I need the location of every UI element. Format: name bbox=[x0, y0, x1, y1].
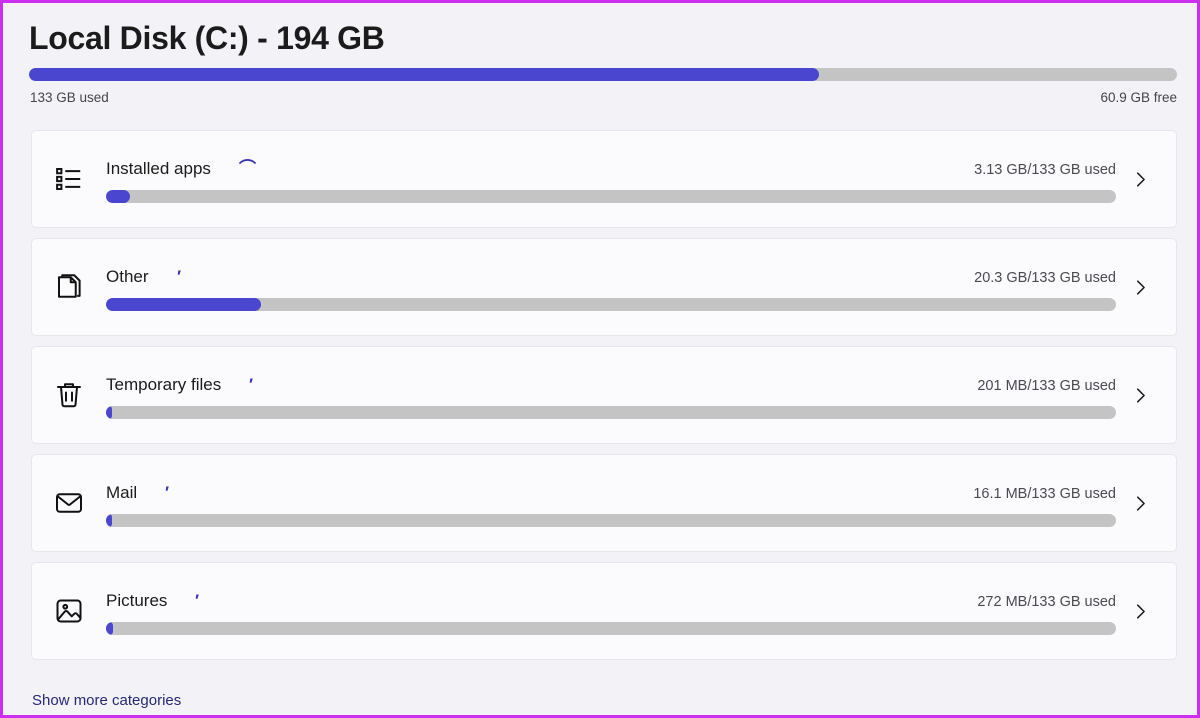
annotation-mark: ′ bbox=[177, 266, 182, 286]
mail-icon bbox=[32, 488, 106, 518]
category-usage-fill bbox=[106, 513, 112, 527]
category-usage-fill bbox=[106, 297, 261, 311]
annotation-mark: ′ bbox=[195, 590, 200, 610]
category-body: Pictures ′ 272 MB/133 GB used bbox=[106, 563, 1118, 659]
chevron-right-icon[interactable] bbox=[1118, 602, 1162, 621]
storage-usage-page: Local Disk (C:) - 194 GB 133 GB used 60.… bbox=[3, 3, 1197, 715]
category-row[interactable]: Temporary files ′ 201 MB/133 GB used bbox=[31, 346, 1177, 444]
category-row[interactable]: Pictures ′ 272 MB/133 GB used bbox=[31, 562, 1177, 660]
category-size-label: 3.13 GB/133 GB used bbox=[974, 161, 1116, 178]
category-usage-track bbox=[106, 405, 1116, 419]
category-top-row: Other ′ 20.3 GB/133 GB used bbox=[106, 266, 1118, 288]
chevron-right-icon[interactable] bbox=[1118, 278, 1162, 297]
category-size-label: 20.3 GB/133 GB used bbox=[974, 269, 1116, 286]
category-list: Installed apps ⌒ 3.13 GB/133 GB used Other ′… bbox=[3, 130, 1197, 660]
category-name: Other ′ bbox=[106, 266, 182, 286]
drive-usage-legend: 133 GB used 60.9 GB free bbox=[30, 90, 1177, 105]
category-row[interactable]: Other ′ 20.3 GB/133 GB used bbox=[31, 238, 1177, 336]
picture-icon bbox=[32, 596, 106, 626]
chevron-right-icon[interactable] bbox=[1118, 494, 1162, 513]
category-usage-fill bbox=[106, 621, 114, 635]
drive-used-label: 133 GB used bbox=[30, 90, 109, 105]
category-name: Mail ′ bbox=[106, 482, 170, 502]
category-usage-track bbox=[106, 513, 1116, 527]
category-body: Installed apps ⌒ 3.13 GB/133 GB used bbox=[106, 131, 1118, 227]
category-usage-track bbox=[106, 297, 1116, 311]
category-size-label: 201 MB/133 GB used bbox=[977, 377, 1116, 394]
category-top-row: Pictures ′ 272 MB/133 GB used bbox=[106, 590, 1118, 612]
category-name: Installed apps ⌒ bbox=[106, 158, 256, 178]
category-body: Other ′ 20.3 GB/133 GB used bbox=[106, 239, 1118, 335]
category-top-row: Temporary files ′ 201 MB/133 GB used bbox=[106, 374, 1118, 396]
show-more-categories-link[interactable]: Show more categories bbox=[32, 692, 181, 709]
category-top-row: Installed apps ⌒ 3.13 GB/133 GB used bbox=[106, 158, 1118, 180]
category-size-label: 16.1 MB/133 GB used bbox=[973, 485, 1116, 502]
page-title: Local Disk (C:) - 194 GB bbox=[29, 20, 385, 56]
chevron-right-icon[interactable] bbox=[1118, 386, 1162, 405]
category-size-label: 272 MB/133 GB used bbox=[977, 593, 1116, 610]
category-name: Temporary files ′ bbox=[106, 374, 254, 394]
category-top-row: Mail ′ 16.1 MB/133 GB used bbox=[106, 482, 1118, 504]
annotation-mark: ⌒ bbox=[239, 158, 256, 178]
drive-usage-fill bbox=[29, 68, 819, 81]
chevron-right-icon[interactable] bbox=[1118, 170, 1162, 189]
category-usage-track bbox=[106, 189, 1116, 203]
list-icon bbox=[32, 164, 106, 194]
category-usage-track bbox=[106, 621, 1116, 635]
drive-free-label: 60.9 GB free bbox=[1100, 90, 1177, 105]
folder-icon bbox=[32, 272, 106, 302]
category-row[interactable]: Mail ′ 16.1 MB/133 GB used bbox=[31, 454, 1177, 552]
trash-icon bbox=[32, 380, 106, 410]
category-body: Temporary files ′ 201 MB/133 GB used bbox=[106, 347, 1118, 443]
annotation-mark: ′ bbox=[249, 374, 254, 394]
category-row[interactable]: Installed apps ⌒ 3.13 GB/133 GB used bbox=[31, 130, 1177, 228]
category-usage-fill bbox=[106, 405, 113, 419]
annotation-mark: ′ bbox=[165, 482, 170, 502]
category-name: Pictures ′ bbox=[106, 590, 200, 610]
drive-usage-track bbox=[29, 68, 1177, 81]
category-body: Mail ′ 16.1 MB/133 GB used bbox=[106, 455, 1118, 551]
category-usage-fill bbox=[106, 189, 131, 203]
drive-usage-bar bbox=[29, 68, 1177, 81]
